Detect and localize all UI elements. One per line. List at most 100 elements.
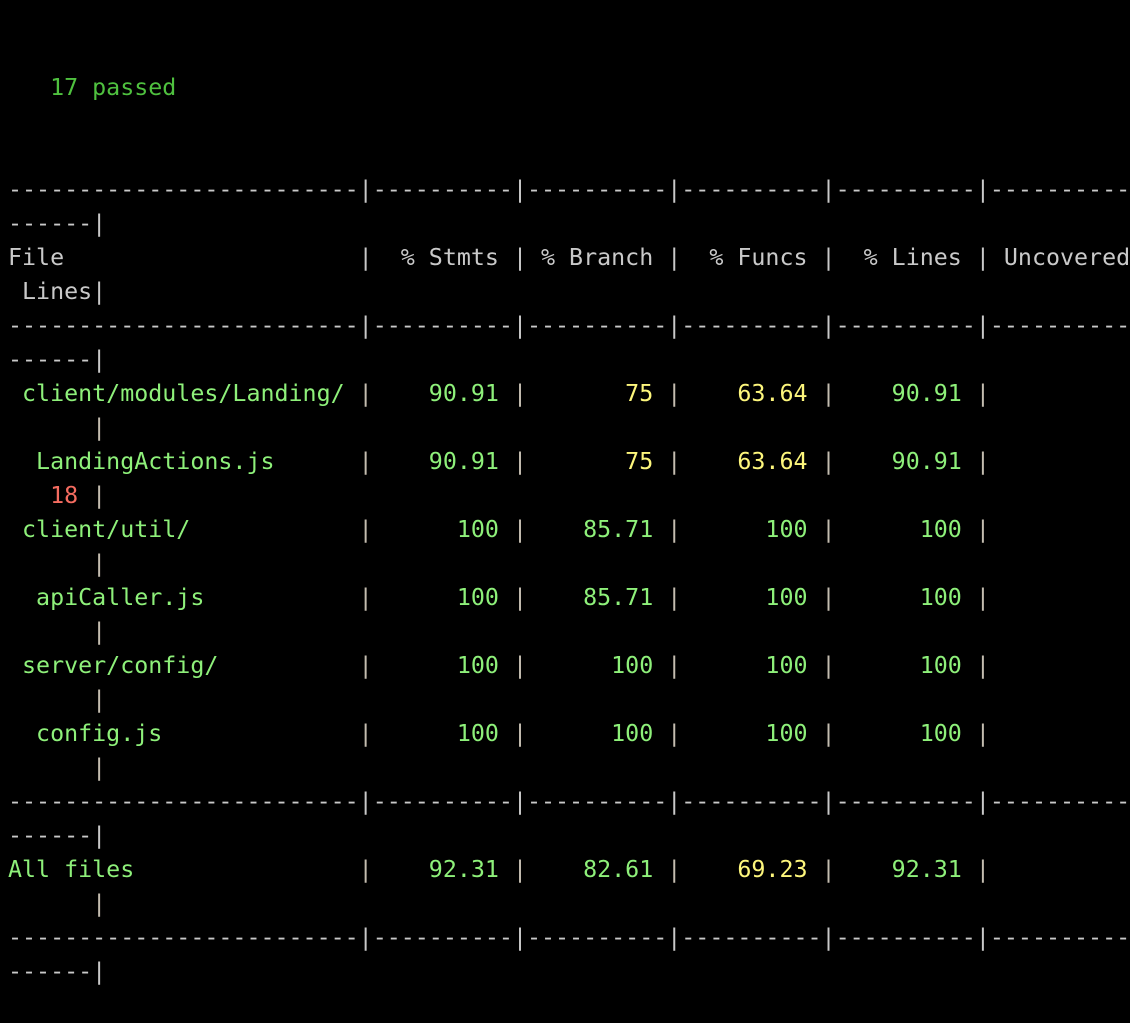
- cell-uncovered-lines: [990, 380, 1130, 407]
- cell-uncovered-lines: [8, 686, 78, 713]
- column-divider: |: [512, 720, 527, 747]
- column-divider: |: [975, 720, 990, 747]
- cell-lines: 100: [835, 720, 962, 747]
- separator-dashes: ----------: [372, 312, 513, 339]
- column-divider: |: [975, 924, 990, 951]
- separator-dashes: ----------: [681, 924, 822, 951]
- table-row-wrap: |: [8, 683, 1130, 717]
- column-divider: |: [667, 856, 682, 883]
- column-divider: |: [512, 924, 527, 951]
- separator-dashes: ----------: [835, 176, 976, 203]
- separator-dashes: ----------: [835, 788, 976, 815]
- column-divider: |: [512, 652, 527, 679]
- header-file: File: [8, 244, 359, 271]
- header-uncovered: Uncovered: [989, 244, 1130, 271]
- column-divider: |: [358, 584, 373, 611]
- cell-uncovered-lines: [990, 584, 1130, 611]
- cell-uncovered-lines: [8, 618, 78, 645]
- separator-dashes: ----------: [526, 788, 668, 815]
- column-divider: |: [667, 720, 682, 747]
- column-divider: |: [358, 516, 373, 543]
- separator-dashes: ----------: [989, 788, 1130, 815]
- separator-dashes: ----------: [681, 312, 822, 339]
- cell-lines: 100: [835, 516, 962, 543]
- column-divider: |: [821, 856, 836, 883]
- column-divider: |: [975, 652, 990, 679]
- cell-funcs: 63.64: [681, 380, 808, 407]
- table-separator: -------------------------|----------|---…: [8, 785, 1130, 819]
- header-branch: % Branch: [526, 244, 668, 271]
- table-row-wrap: |: [8, 751, 1130, 785]
- cell-uncovered-lines: 18: [8, 482, 79, 509]
- header-funcs: % Funcs: [681, 244, 822, 271]
- column-divider: |: [821, 448, 836, 475]
- table-row-wrap: 18 |: [8, 479, 1130, 513]
- separator-dashes: ----------: [835, 924, 976, 951]
- column-divider: |: [512, 788, 527, 815]
- cell-uncovered-lines: [990, 720, 1130, 747]
- column-divider: |: [512, 516, 527, 543]
- table-separator-wrap: ------|: [8, 819, 1130, 853]
- header-stmts: % Stmts: [372, 244, 513, 271]
- column-divider: |: [975, 244, 990, 271]
- column-divider: |: [512, 448, 527, 475]
- cell-branch: 100: [526, 720, 654, 747]
- column-divider: |: [512, 856, 527, 883]
- column-divider: |: [92, 822, 107, 849]
- cell-lines: 100: [835, 652, 962, 679]
- cell-stmts: 92.31: [372, 856, 499, 883]
- test-summary-line: 17 passed: [8, 71, 1130, 105]
- table-header: File | % Stmts | % Branch | % Funcs | % …: [8, 241, 1130, 275]
- column-divider: |: [821, 652, 836, 679]
- column-divider: |: [358, 652, 373, 679]
- column-divider: |: [92, 550, 107, 577]
- column-divider: |: [358, 924, 373, 951]
- cell-branch: 100: [526, 652, 654, 679]
- column-divider: |: [975, 584, 990, 611]
- cell-funcs: 100: [681, 720, 808, 747]
- column-divider: |: [92, 482, 107, 509]
- cell-stmts: 100: [372, 652, 499, 679]
- column-divider: |: [975, 176, 990, 203]
- cell-uncovered-lines: [990, 448, 1130, 475]
- column-divider: |: [975, 516, 990, 543]
- column-divider: |: [92, 890, 107, 917]
- column-divider: |: [667, 176, 682, 203]
- cell-uncovered-lines: [990, 516, 1130, 543]
- cell-uncovered-lines: [8, 414, 78, 441]
- cell-lines: 92.31: [835, 856, 962, 883]
- cell-lines: 100: [835, 584, 962, 611]
- cell-uncovered-lines: [8, 890, 78, 917]
- cell-branch: 75: [526, 380, 654, 407]
- table-separator: -------------------------|----------|---…: [8, 173, 1130, 207]
- table-row-wrap: |: [8, 411, 1130, 445]
- cell-branch: 85.71: [526, 516, 654, 543]
- column-divider: |: [975, 312, 990, 339]
- file-name: client/modules/Landing/: [8, 380, 359, 407]
- column-divider: |: [92, 414, 107, 441]
- tests-passed-text: 17 passed: [50, 74, 177, 101]
- column-divider: |: [821, 584, 836, 611]
- column-divider: |: [92, 754, 107, 781]
- column-divider: |: [358, 720, 373, 747]
- column-divider: |: [821, 720, 836, 747]
- separator-dashes: ----------: [681, 788, 822, 815]
- table-row: server/config/ | 100 | 100 | 100 | 100 |: [8, 649, 1130, 683]
- file-name: All files: [8, 856, 359, 883]
- column-divider: |: [667, 788, 682, 815]
- separator-dashes: -------------------------: [8, 312, 359, 339]
